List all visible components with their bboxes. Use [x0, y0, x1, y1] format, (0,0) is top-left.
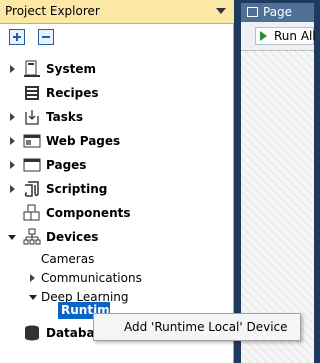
expand-arrow-icon[interactable]: [10, 113, 15, 121]
page-canvas: [241, 22, 314, 363]
tree-item-label: Communications: [41, 271, 142, 285]
page-divider: [241, 50, 314, 52]
web-page-icon: [23, 134, 41, 148]
devices-icon: [23, 228, 41, 245]
collapse-arrow-icon[interactable]: [8, 235, 16, 240]
tree-item-scripting[interactable]: Scripting: [0, 178, 234, 200]
tab-page[interactable]: Page: [241, 3, 314, 22]
page-tab-icon: [247, 7, 258, 17]
collapse-all-button[interactable]: [38, 29, 54, 45]
tree-item-web-pages[interactable]: Web Pages: [0, 130, 234, 152]
play-icon: [260, 31, 267, 41]
expand-arrow-icon[interactable]: [10, 185, 15, 193]
context-menu-item-add-runtime-local-device[interactable]: Add 'Runtime Local' Device: [124, 320, 288, 334]
expand-arrow-icon[interactable]: [10, 65, 15, 73]
script-icon: [24, 181, 39, 197]
tree-item-label: Recipes: [46, 86, 99, 100]
recipe-book-icon: [25, 86, 39, 100]
tree-item-label: Pages: [46, 158, 87, 172]
tree-item-label: Web Pages: [46, 134, 121, 148]
database-icon: [25, 325, 39, 341]
minus-square-icon: [42, 36, 50, 38]
tab-page-label: Page: [263, 5, 293, 19]
project-explorer-title-bar[interactable]: Project Explorer: [0, 0, 234, 24]
tree-item-devices[interactable]: Devices: [0, 226, 234, 248]
components-icon: [23, 204, 40, 221]
run-all-button[interactable]: Run All: [255, 27, 316, 45]
page-icon: [23, 158, 41, 172]
tree-item-pages[interactable]: Pages: [0, 154, 234, 176]
tree-item-label: Cameras: [41, 252, 95, 266]
tree-item-label: System: [46, 62, 96, 76]
tree-item-label: Devices: [46, 230, 99, 244]
expand-arrow-icon[interactable]: [10, 161, 15, 169]
context-menu: Add 'Runtime Local' Device: [93, 313, 301, 341]
collapse-arrow-icon[interactable]: [29, 295, 37, 300]
project-explorer-title: Project Explorer: [5, 4, 100, 18]
tree-item-label: Scripting: [46, 182, 108, 196]
tree-item-recipes[interactable]: Recipes: [0, 82, 234, 104]
page-toolbar: Run All: [241, 22, 316, 51]
computer-icon: [24, 60, 40, 77]
expand-arrow-icon[interactable]: [10, 137, 15, 145]
run-all-label: Run All: [274, 29, 316, 43]
tree-item-label: Tasks: [46, 110, 84, 124]
tree-item-system[interactable]: System: [0, 58, 234, 80]
tasks-icon: [25, 110, 39, 125]
expand-arrow-icon[interactable]: [30, 274, 35, 282]
tree-item-tasks[interactable]: Tasks: [0, 106, 234, 128]
tree-item-components[interactable]: Components: [0, 202, 234, 224]
tree-item-label: Components: [46, 206, 131, 220]
explorer-toolbar: [0, 24, 234, 52]
dropdown-arrow-icon[interactable]: [216, 8, 226, 14]
expand-all-button[interactable]: [9, 29, 25, 45]
plus-vertical: [16, 33, 18, 41]
